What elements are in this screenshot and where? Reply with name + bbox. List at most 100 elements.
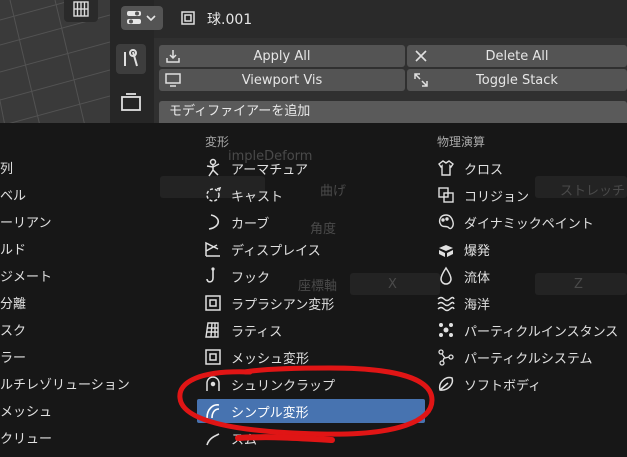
laplacian-icon bbox=[205, 295, 221, 311]
monitor-icon bbox=[165, 73, 181, 87]
menu-item-lattice[interactable]: ラティス bbox=[203, 318, 282, 342]
menu-item-smooth[interactable]: スム bbox=[203, 426, 257, 450]
viewport-vis-button[interactable]: Viewport Vis bbox=[159, 69, 405, 91]
menu-item-label: カーブ bbox=[231, 216, 270, 232]
cloth-icon bbox=[438, 160, 454, 176]
menu-item-cloth[interactable]: クロス bbox=[436, 156, 503, 180]
soft-body-icon bbox=[438, 376, 454, 391]
menu-item-particle-instance[interactable]: パーティクルインスタンス bbox=[436, 318, 618, 342]
shrinkwrap-icon bbox=[206, 376, 220, 391]
lattice-icon bbox=[205, 322, 219, 338]
menu-item-cast[interactable]: キャスト bbox=[203, 183, 283, 207]
menu-item-displace[interactable]: ディスプレイス bbox=[203, 237, 321, 261]
hook-icon bbox=[206, 267, 215, 283]
mesh-object-icon bbox=[180, 10, 196, 26]
tool-icon bbox=[124, 49, 138, 67]
menu-item-label: スム bbox=[231, 432, 258, 448]
simple-deform-icon bbox=[206, 404, 220, 419]
menu-item-label: シンプル変形 bbox=[231, 405, 309, 421]
left-menu-item[interactable]: ラー bbox=[0, 344, 26, 368]
displace-icon bbox=[205, 241, 220, 257]
object-name: 球.001 bbox=[207, 12, 253, 28]
left-menu-item[interactable]: ルチレゾリューション bbox=[0, 371, 130, 395]
menu-item-hook[interactable]: フック bbox=[203, 264, 270, 288]
left-menu-item[interactable]: ジメート bbox=[0, 263, 52, 287]
apply-icon bbox=[166, 50, 180, 63]
grid-view-icon[interactable] bbox=[64, 0, 98, 22]
menu-item-label: クロス bbox=[464, 162, 504, 178]
left-menu-item[interactable]: 分離 bbox=[0, 290, 26, 314]
particle-instance-icon bbox=[439, 323, 453, 337]
collision-icon bbox=[438, 187, 454, 203]
add-modifier-button[interactable]: モディファイアーを追加 bbox=[159, 101, 627, 123]
mesh-deform-icon bbox=[205, 349, 221, 365]
tab-render[interactable] bbox=[116, 88, 146, 118]
expand-icon bbox=[414, 73, 428, 87]
explode-icon bbox=[439, 245, 453, 257]
menu-item-ocean[interactable]: 海洋 bbox=[436, 291, 490, 315]
ghost-x: X bbox=[388, 277, 397, 292]
left-menu-item[interactable]: クリュー bbox=[0, 425, 52, 449]
menu-item-shrinkwrap[interactable]: シュリンクラップ bbox=[203, 372, 335, 396]
left-menu-item[interactable]: メッシュ bbox=[0, 398, 52, 422]
menu-item-label: 流体 bbox=[464, 270, 491, 286]
menu-item-label: パーティクルシステム bbox=[464, 351, 593, 367]
fluid-icon bbox=[440, 266, 452, 285]
menu-item-fluid[interactable]: 流体 bbox=[436, 264, 490, 288]
menu-item-mesh-deform[interactable]: メッシュ変形 bbox=[203, 345, 309, 369]
apply-all-label: Apply All bbox=[253, 48, 311, 64]
left-menu-item[interactable]: スク bbox=[0, 317, 26, 341]
particle-system-icon bbox=[438, 349, 454, 366]
curve-icon bbox=[208, 214, 220, 230]
properties-icon bbox=[127, 11, 156, 24]
menu-item-armature[interactable]: アーマチュア bbox=[203, 156, 308, 180]
menu-item-label: ソフトボディ bbox=[464, 378, 542, 394]
deform-heading: 変形 bbox=[205, 135, 230, 149]
physics-heading: 物理演算 bbox=[437, 135, 486, 149]
menu-item-soft-body[interactable]: ソフトボディ bbox=[436, 372, 541, 396]
menu-item-label: ラティス bbox=[231, 324, 283, 340]
tab-tool[interactable] bbox=[116, 44, 146, 74]
menu-item-label: ダイナミックペイント bbox=[464, 216, 594, 232]
menu-item-label: コリジョン bbox=[464, 189, 530, 205]
render-icon bbox=[121, 93, 141, 111]
menu-item-label: パーティクルインスタンス bbox=[464, 324, 619, 340]
menu-item-collision[interactable]: コリジョン bbox=[436, 183, 529, 207]
menu-item-label: シュリンクラップ bbox=[231, 378, 336, 394]
delete-all-button[interactable]: Delete All bbox=[407, 45, 627, 67]
menu-item-label: ディスプレイス bbox=[231, 243, 321, 259]
ghost-twist: 曲げ bbox=[320, 184, 347, 199]
dynamic-paint-icon bbox=[438, 214, 454, 230]
menu-item-particle-system[interactable]: パーティクルシステム bbox=[436, 345, 592, 369]
left-menu-item[interactable]: ーリアン bbox=[0, 209, 51, 233]
ghost-angle: 角度 bbox=[310, 222, 337, 237]
apply-all-button[interactable]: Apply All bbox=[159, 45, 405, 67]
menu-item-label: ラプラシアン変形 bbox=[231, 297, 335, 313]
menu-item-curve[interactable]: カーブ bbox=[203, 210, 269, 234]
cast-icon bbox=[206, 186, 222, 202]
left-menu-item[interactable]: ベル bbox=[0, 182, 26, 206]
menu-item-label: フック bbox=[231, 270, 271, 286]
toggle-stack-button[interactable]: Toggle Stack bbox=[407, 69, 627, 91]
ocean-icon bbox=[437, 296, 455, 312]
3d-viewport[interactable] bbox=[0, 0, 110, 126]
menu-item-explode[interactable]: 爆発 bbox=[436, 237, 490, 261]
menu-item-label: キャスト bbox=[231, 189, 284, 205]
menu-item-label: 海洋 bbox=[464, 297, 491, 313]
ghost-z: Z bbox=[574, 277, 583, 292]
toggle-stack-label: Toggle Stack bbox=[476, 72, 558, 88]
menu-item-label: 爆発 bbox=[464, 243, 491, 259]
menu-item-dynamic-paint[interactable]: ダイナミックペイント bbox=[436, 210, 594, 234]
viewport-vis-label: Viewport Vis bbox=[241, 72, 323, 88]
menu-item-label: アーマチュア bbox=[231, 162, 308, 178]
delete-all-label: Delete All bbox=[485, 48, 549, 64]
left-menu-item[interactable]: 列 bbox=[0, 155, 13, 179]
editor-type-dropdown[interactable] bbox=[121, 6, 163, 30]
menu-item-laplacian-deform[interactable]: ラプラシアン変形 bbox=[203, 291, 334, 315]
armature-icon bbox=[206, 158, 220, 177]
menu-item-simple-deform[interactable]: シンプル変形 bbox=[197, 399, 425, 423]
close-icon bbox=[415, 50, 427, 62]
left-menu-item[interactable]: ルド bbox=[0, 236, 26, 260]
ghost-stretch: ストレッチ bbox=[560, 184, 626, 199]
add-modifier-menu: impleDeform 曲げ ストレッチ 角度 座標軸 X Z 列 ベル ーリア… bbox=[0, 123, 627, 457]
